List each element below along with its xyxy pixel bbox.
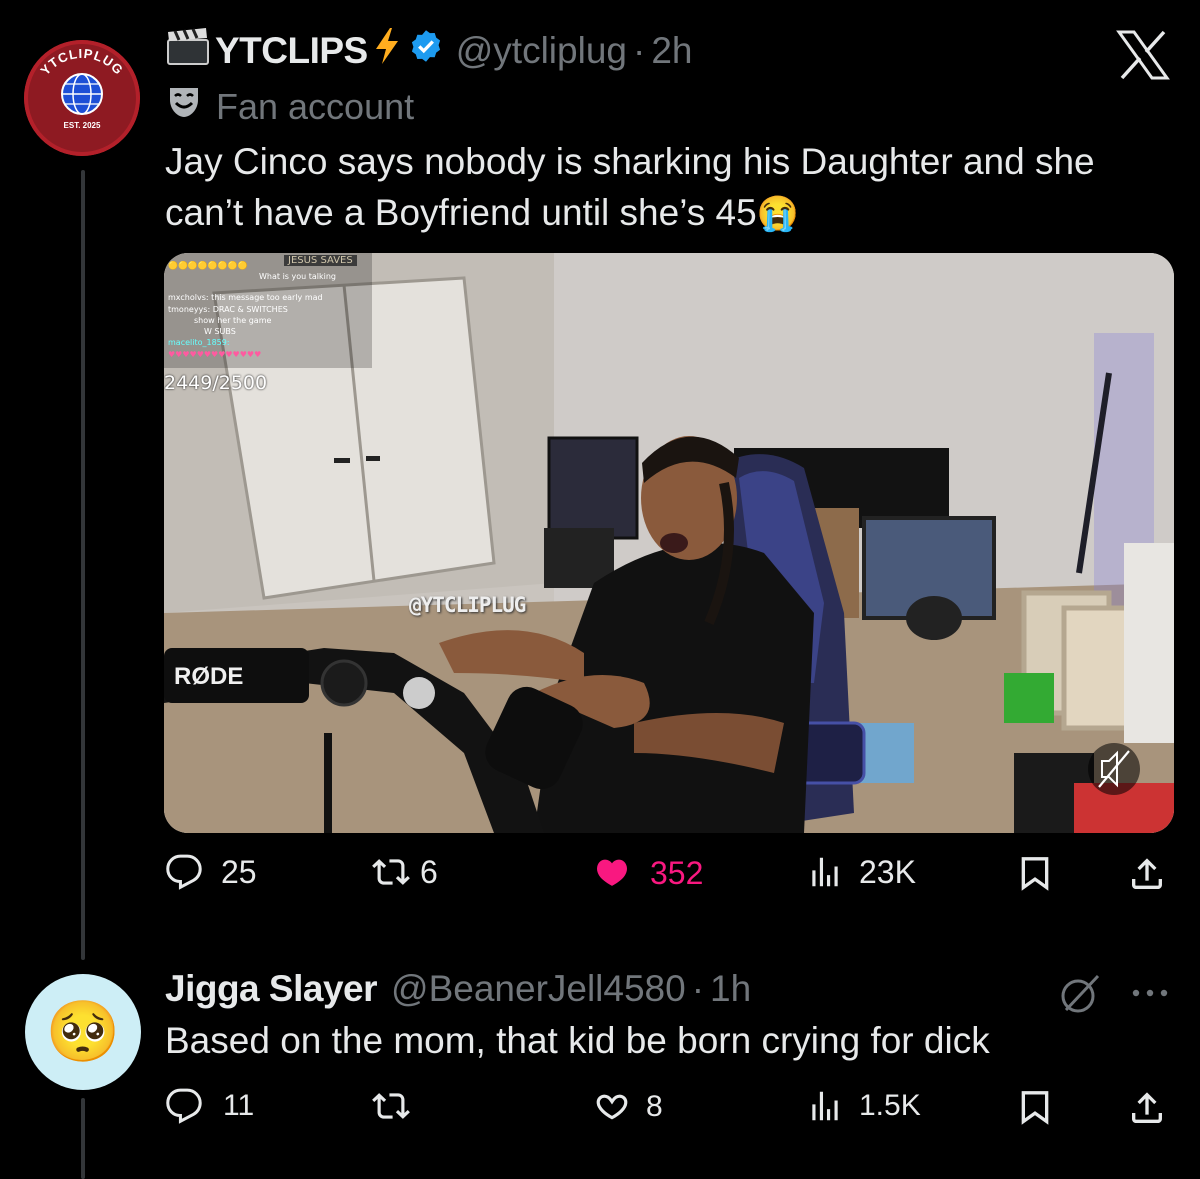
chat-line-5: W SUBS xyxy=(204,327,236,336)
thread-line-bottom xyxy=(81,1098,85,1179)
video-player[interactable]: JESUS SAVES 🟡🟡🟡🟡🟡🟡🟡🟡 What is you talking… xyxy=(164,253,1174,833)
chat-emote-row: 🟡🟡🟡🟡🟡🟡🟡🟡 xyxy=(168,261,248,270)
author-avatar[interactable]: YTCLIPLUG EST. 2025 xyxy=(24,40,140,156)
reply-like-count: 8 xyxy=(646,1090,663,1123)
views-icon xyxy=(805,1087,845,1125)
x-logo-icon[interactable] xyxy=(1116,30,1170,85)
lightning-icon xyxy=(372,26,402,75)
post-header: YTCLIPS @ytcliplug · 2h xyxy=(165,26,692,75)
fan-account-mask-icon xyxy=(166,84,202,129)
chat-line-4: show her the game xyxy=(194,316,272,325)
sub-counter: 2449/2500 xyxy=(164,372,268,394)
reply-views-button[interactable]: 1.5K xyxy=(805,1087,921,1125)
reply-button[interactable]: 25 xyxy=(165,853,257,891)
chat-hearts: ♥♥♥♥♥♥♥♥♥♥♥♥♥ xyxy=(168,350,262,359)
chat-line-1: What is you talking xyxy=(259,272,337,281)
pleading-face-emoji: 🥺 xyxy=(45,998,121,1065)
clapper-icon xyxy=(165,26,211,75)
separator-dot: · xyxy=(691,968,705,1009)
author-handle[interactable]: @ytcliplug xyxy=(456,30,627,72)
crying-emoji: 😭 xyxy=(756,195,800,233)
repost-button[interactable]: 6 xyxy=(370,853,438,891)
video-watermark: @YTCLIPLUG xyxy=(409,593,526,617)
bookmark-icon xyxy=(1015,853,1055,893)
chat-line-2: mxcholvs: this message too early mad xyxy=(168,293,323,302)
like-icon xyxy=(590,853,634,893)
jesus-saves-sign: JESUS SAVES xyxy=(284,255,357,266)
reply-time[interactable]: 1h xyxy=(710,968,751,1010)
separator-dot: · xyxy=(632,29,646,71)
post-actions: 25 6 352 23K xyxy=(165,853,1175,903)
chat-line-3: tmoneyys: DRAC & SWITCHES xyxy=(168,305,288,314)
reply-actions: 11 8 1.5K xyxy=(165,1087,1175,1137)
views-count: 23K xyxy=(859,853,916,890)
like-button[interactable]: 352 xyxy=(590,853,703,893)
reply-like-button[interactable]: 8 xyxy=(590,1087,663,1127)
share-button[interactable] xyxy=(1127,853,1167,895)
avatar-est-text: EST. 2025 xyxy=(64,121,101,130)
reply-header: Jigga Slayer @BeanerJell4580 · 1h xyxy=(165,968,751,1010)
reply-count: 25 xyxy=(221,853,257,890)
mute-icon[interactable] xyxy=(1086,741,1142,797)
share-icon xyxy=(1127,1087,1167,1129)
reply-avatar[interactable]: 🥺 xyxy=(25,974,141,1090)
thread-line-top xyxy=(81,170,85,960)
views-button[interactable]: 23K xyxy=(805,853,916,891)
like-count: 352 xyxy=(650,854,704,891)
reply-icon xyxy=(165,1087,203,1125)
reply-icon xyxy=(165,853,203,891)
reply-text: Based on the mom, that kid be born cryin… xyxy=(165,1020,990,1061)
mic-brand-label: RØDE xyxy=(174,663,244,690)
reply-reply-count: 11 xyxy=(223,1089,255,1122)
reply-views-count: 1.5K xyxy=(859,1089,921,1122)
like-icon xyxy=(590,1087,634,1127)
post-text-content: Jay Cinco says nobody is sharking his Da… xyxy=(165,141,1095,233)
fan-account-text: Fan account xyxy=(216,85,415,127)
reply-reply-button[interactable]: 11 xyxy=(165,1087,254,1125)
share-icon xyxy=(1127,853,1167,895)
repost-count: 6 xyxy=(420,853,438,890)
repost-icon xyxy=(370,1087,412,1125)
bookmark-icon xyxy=(1015,1087,1055,1127)
verified-badge-icon xyxy=(408,28,444,73)
reply-author-handle[interactable]: @BeanerJell4580 xyxy=(391,968,686,1010)
author-name[interactable]: YTCLIPS xyxy=(215,30,368,72)
views-icon xyxy=(805,853,845,891)
stream-chat: JESUS SAVES 🟡🟡🟡🟡🟡🟡🟡🟡 What is you talking… xyxy=(164,253,374,373)
chat-line-6: macelito_1859: xyxy=(168,338,230,347)
repost-icon xyxy=(370,853,412,891)
bookmark-button[interactable] xyxy=(1015,853,1055,893)
reply-repost-button[interactable] xyxy=(370,1087,412,1125)
reply-author-name[interactable]: Jigga Slayer xyxy=(165,968,378,1010)
post-text: Jay Cinco says nobody is sharking his Da… xyxy=(165,136,1175,240)
grok-icon[interactable] xyxy=(1058,972,1102,1021)
more-icon[interactable] xyxy=(1130,985,1170,1006)
fan-account-label: Fan account xyxy=(166,84,414,129)
post-time[interactable]: 2h xyxy=(651,30,692,72)
reply-share-button[interactable] xyxy=(1127,1087,1167,1129)
reply-bookmark-button[interactable] xyxy=(1015,1087,1055,1127)
